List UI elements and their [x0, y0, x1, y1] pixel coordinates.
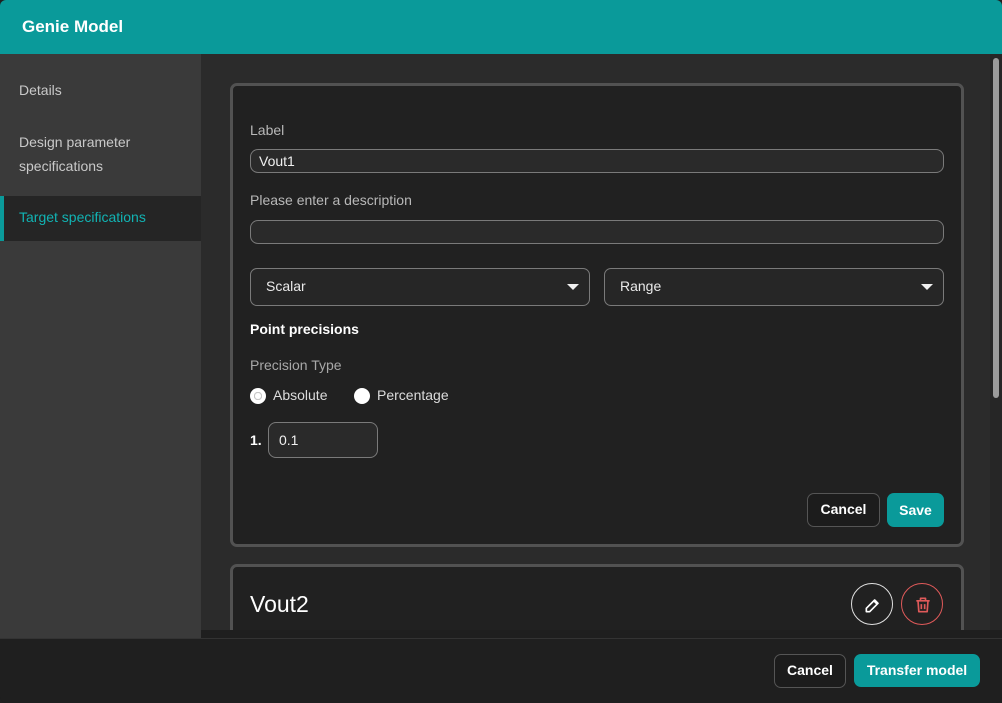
card-title: Vout2: [250, 591, 309, 617]
type-select[interactable]: Scalar: [250, 268, 590, 306]
radio-percentage-indicator: [354, 388, 370, 404]
sidebar-item-label: Target specifications: [19, 209, 146, 225]
dialog-window: Genie Model Details Design parameter spe…: [0, 0, 1002, 703]
scrollbar-thumb[interactable]: [993, 58, 999, 398]
title-bar: Genie Model: [0, 0, 1002, 54]
card-save-button[interactable]: Save: [887, 493, 944, 527]
edit-icon: [865, 599, 879, 613]
dialog-footer: Cancel Transfer model: [0, 638, 1002, 703]
kind-select[interactable]: Range: [604, 268, 944, 306]
edit-button[interactable]: [851, 583, 893, 625]
target-spec-card-vout2: Vout2: [230, 564, 964, 630]
sidebar-item-label: specifications: [19, 158, 104, 174]
sidebar-item-label: Details: [19, 82, 62, 98]
radio-absolute[interactable]: Absolute: [250, 387, 350, 407]
sidebar-item-label: Design parameter: [19, 134, 131, 150]
precision-index: 1.: [250, 432, 262, 448]
description-input[interactable]: [250, 220, 944, 244]
radio-absolute-label: Absolute: [273, 387, 328, 403]
label-caption: Label: [250, 122, 285, 138]
footer-cancel-button[interactable]: Cancel: [774, 654, 846, 688]
target-spec-edit-card: Label Please enter a description Scalar …: [230, 83, 964, 547]
transfer-model-button[interactable]: Transfer model: [854, 654, 980, 687]
card-cancel-button[interactable]: Cancel: [807, 493, 880, 527]
label-input[interactable]: [250, 149, 944, 173]
chevron-down-icon: [567, 284, 579, 290]
point-precisions-title: Point precisions: [250, 321, 359, 337]
kind-select-value: Range: [620, 278, 662, 294]
sidebar-item-target-specifications[interactable]: Target specifications: [0, 196, 201, 241]
type-select-value: Scalar: [266, 278, 306, 294]
trash-icon: [916, 597, 930, 613]
chevron-down-icon: [921, 284, 933, 290]
radio-absolute-indicator: [250, 388, 266, 404]
radio-percentage-label: Percentage: [377, 387, 449, 403]
sidebar: Details Design parameter specifications …: [0, 54, 201, 638]
sidebar-item-design-parameter-specifications[interactable]: Design parameter specifications: [0, 130, 201, 178]
sidebar-item-details[interactable]: Details: [0, 78, 201, 102]
delete-button[interactable]: [901, 583, 943, 625]
main-content: Label Please enter a description Scalar …: [201, 54, 990, 630]
description-caption: Please enter a description: [250, 192, 412, 208]
dialog-title: Genie Model: [22, 17, 124, 36]
precision-type-caption: Precision Type: [250, 357, 342, 373]
precision-value-input[interactable]: [268, 422, 378, 458]
vertical-scrollbar[interactable]: [990, 54, 1002, 630]
radio-percentage[interactable]: Percentage: [354, 387, 474, 407]
